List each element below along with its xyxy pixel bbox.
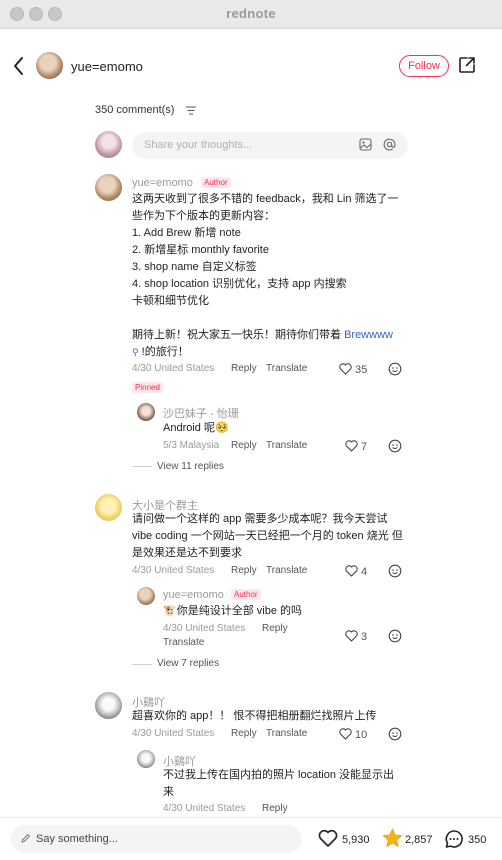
- hashtag-link[interactable]: Brewwww: [344, 329, 393, 341]
- comment-count: 350 comment(s): [95, 104, 175, 116]
- comment-meta: 4/30 United States: [132, 363, 215, 374]
- comment-body: 超喜欢你的 app！！ 恨不得把相册翻烂找照片上传: [132, 710, 377, 722]
- reply-author[interactable]: yue=emomo: [163, 589, 224, 601]
- comment-meta: 4/30 United States: [132, 728, 215, 739]
- say-something-placeholder: Say something...: [36, 833, 118, 845]
- star-icon[interactable]: [382, 828, 403, 848]
- heart-icon[interactable]: [339, 363, 352, 375]
- smiley-icon[interactable]: [388, 629, 402, 643]
- reply-meta: 5/3 Malaysia: [163, 440, 220, 451]
- reply-meta: 4/30 United States: [163, 803, 246, 814]
- reply-avatar[interactable]: [137, 403, 155, 421]
- window-title: rednote: [226, 6, 276, 21]
- view-replies-button[interactable]: View 11 replies: [157, 461, 224, 472]
- heart-icon[interactable]: [339, 728, 352, 740]
- comment-avatar[interactable]: [95, 494, 122, 521]
- reply-button[interactable]: Reply: [231, 565, 257, 576]
- translate-button[interactable]: Translate: [266, 565, 307, 576]
- like-count: 10: [355, 729, 368, 741]
- comment-input-placeholder: Share your thoughts...: [144, 139, 253, 151]
- smiley-icon[interactable]: [388, 727, 402, 741]
- heart-icon[interactable]: [318, 829, 338, 848]
- view-replies-button[interactable]: View 7 replies: [157, 658, 219, 669]
- author-badge: Author: [201, 177, 231, 188]
- back-icon[interactable]: [10, 55, 28, 77]
- post-star-count: 2,857: [405, 834, 433, 846]
- reply-body: 🐮你是纯设计全部 vibe 的吗: [163, 605, 302, 617]
- pencil-icon: [21, 834, 30, 843]
- comment-body: 这两天收到了很多不错的 feedback，我和 Lin 筛选了一 些作为下个版本…: [132, 193, 399, 358]
- reply-avatar[interactable]: [137, 750, 155, 768]
- sort-icon[interactable]: [186, 106, 196, 115]
- reply-button[interactable]: Reply: [231, 440, 257, 451]
- smiley-icon[interactable]: [388, 564, 402, 578]
- divider: [132, 466, 152, 467]
- at-icon[interactable]: [383, 138, 396, 151]
- smiley-icon[interactable]: [388, 439, 402, 453]
- comment-icon[interactable]: [444, 829, 464, 849]
- author-username[interactable]: yue=emomo: [71, 59, 143, 74]
- reply-button[interactable]: Reply: [231, 728, 257, 739]
- comment-body: 请问做一个这样的 app 需要多少成本呢？我今天尝试 vibe coding 一…: [132, 513, 403, 559]
- author-badge: Author: [231, 589, 261, 600]
- reply-button[interactable]: Reply: [262, 623, 288, 634]
- search-link-icon[interactable]: ⚲: [132, 347, 139, 357]
- heart-icon[interactable]: [345, 630, 358, 642]
- like-count: 35: [355, 364, 368, 376]
- translate-button[interactable]: Translate: [266, 728, 307, 739]
- share-icon[interactable]: [458, 56, 476, 74]
- like-count: 3: [361, 631, 368, 643]
- translate-button[interactable]: Translate: [266, 363, 307, 374]
- my-avatar: [95, 131, 122, 158]
- like-count: 4: [361, 566, 368, 578]
- heart-icon[interactable]: [345, 440, 358, 452]
- follow-button[interactable]: Follow: [399, 55, 449, 77]
- reply-body: Android 呢🥺: [163, 422, 229, 434]
- comment-avatar[interactable]: [95, 692, 122, 719]
- post-comment-count: 350: [468, 834, 487, 846]
- translate-button[interactable]: Translate: [266, 440, 307, 451]
- reply-button[interactable]: Reply: [262, 803, 288, 814]
- comment-avatar[interactable]: [95, 174, 122, 201]
- comment-meta: 4/30 United States: [132, 565, 215, 576]
- image-icon[interactable]: [359, 138, 372, 151]
- reply-body: 不过我上传在国内拍的照片 location 没能显示出 来: [163, 769, 395, 798]
- post-like-count: 5,930: [342, 834, 370, 846]
- heart-icon[interactable]: [345, 565, 358, 577]
- translate-button[interactable]: Translate: [163, 637, 204, 648]
- pinned-badge: Pinned: [132, 382, 163, 393]
- like-count: 7: [361, 441, 368, 453]
- reply-author[interactable]: 沙巴妹子 - 怡珊: [163, 405, 239, 421]
- divider: [132, 664, 152, 665]
- reply-meta: 4/30 United States: [163, 623, 246, 634]
- author-avatar[interactable]: [36, 52, 63, 79]
- comment-author[interactable]: yue=emomo: [132, 177, 193, 189]
- reply-avatar[interactable]: [137, 587, 155, 605]
- reply-button[interactable]: Reply: [231, 363, 257, 374]
- smiley-icon[interactable]: [388, 362, 402, 376]
